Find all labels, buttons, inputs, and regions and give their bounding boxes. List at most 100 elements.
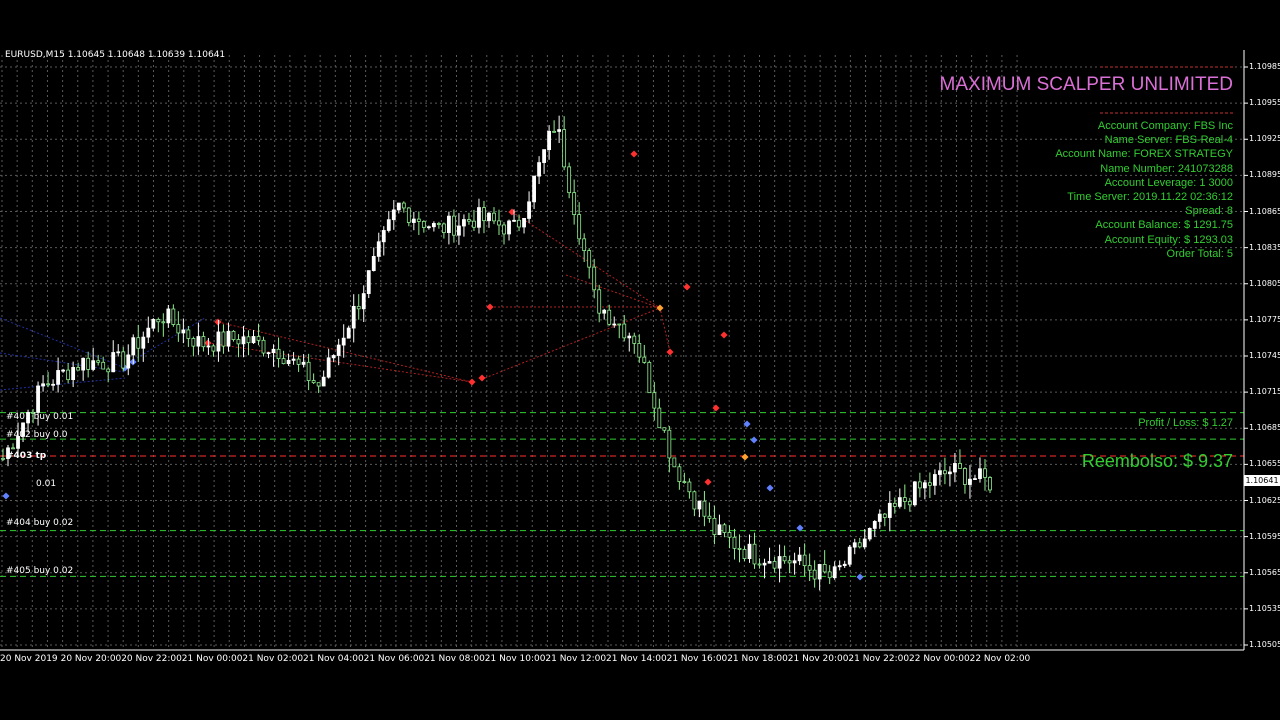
candle-body [897,497,902,507]
candle-body [497,220,501,226]
candle-body [492,212,496,222]
ea-title: MAXIMUM SCALPER UNLIMITED [939,74,1233,95]
candle-body [301,361,306,365]
candle-body [607,309,612,325]
candle-body [251,336,256,344]
candle-body [787,560,792,564]
trade-marker [683,283,691,291]
candle-body [968,478,972,485]
candle-body [246,336,251,344]
candle-body [447,215,451,234]
candle-body [41,383,45,387]
order-label-401[interactable]: #401 buy 0.01 [6,412,73,422]
candle-body [882,513,887,518]
candle-body [326,357,331,378]
candle-body [667,429,672,459]
candle-body [672,457,677,468]
candle-body [441,223,446,234]
candle-body [958,463,962,469]
candle-body [552,130,557,133]
candle-body [507,220,511,235]
candle-body [126,354,131,369]
price-tick-label: 1.10505 [1249,640,1280,649]
reembolso-label: Reembolso: $ 9.37 [1081,451,1233,471]
trade-link-line [0,377,126,391]
candle-body [617,323,622,326]
trade-marker [2,492,10,500]
candle-body [186,329,191,339]
trade-marker [750,436,758,444]
candle-body [416,218,421,222]
trade-marker [630,150,638,158]
time-tick-label: 21 Nov 20:00 [787,654,849,664]
trade-marker [712,404,720,412]
trade-marker [704,478,712,486]
candle-body [241,336,246,345]
candle-body [136,337,141,349]
candle-body [361,293,366,310]
candle-body [66,369,71,381]
info-leverage: Account Leverage: 1 3000 [1104,176,1233,189]
candle-body [502,224,506,235]
candles [1,115,992,591]
candle-body [106,368,111,373]
candle-body [71,367,76,381]
candle-body [482,207,486,222]
candle-body [797,554,802,562]
candle-body [772,561,777,569]
time-tick-label: 21 Nov 18:00 [727,654,788,664]
candle-body [692,491,697,510]
price-chart[interactable] [0,0,1280,720]
order-label-402[interactable]: #402 buy 0.0 [6,430,68,440]
candle-body [311,380,316,384]
candle-body [116,351,121,354]
trade-marker [741,453,749,461]
candle-body [316,382,321,387]
candle-body [542,149,546,163]
candle-body [406,207,411,223]
candle-body [877,513,882,522]
price-tick-label: 1.10955 [1249,98,1280,108]
profit-loss-label: Profit / Loss: $ 1.27 [1138,417,1233,429]
current-price-marker: 1.10641 [1244,475,1280,486]
candle-body [782,556,787,562]
candle-body [291,358,296,361]
order-label-404[interactable]: #404 buy 0.02 [6,518,73,528]
price-tick-label: 1.10625 [1249,495,1280,505]
candle-body [36,385,40,413]
order-label-403[interactable]: #403 tp [6,451,46,461]
candle-body [276,348,281,360]
candle-body [527,201,531,219]
price-tick-label: 1.10865 [1249,206,1280,216]
candle-body [757,563,762,566]
candle-body [657,407,662,429]
candle-body [622,323,627,339]
candle-body [582,238,587,251]
candle-body [727,532,732,538]
candle-body [707,515,712,519]
candle-body [146,327,151,338]
time-tick-label: 20 Nov 22:00 [121,654,182,664]
candle-body [351,305,356,329]
price-tick-label: 1.10805 [1249,278,1280,288]
candle-body [892,502,897,507]
price-tick-label: 1.10895 [1249,170,1280,180]
candle-body [777,556,782,569]
candle-body [762,562,767,566]
candle-body [472,220,476,228]
price-tick-label: 1.10715 [1249,387,1280,397]
trade-marker [656,304,664,312]
info-company: Account Company: FBS Inc [1097,120,1233,132]
candle-body [682,481,687,483]
candle-body [547,130,552,151]
candle-body [211,345,216,352]
candle-body [76,367,81,371]
candle-body [907,501,912,506]
candle-body [532,175,536,203]
candle-body [86,357,91,370]
order-label-405[interactable]: #405 buy 0.02 [6,566,73,576]
price-tick-label: 1.10835 [1249,242,1280,252]
candle-body [462,219,466,227]
candle-body [978,468,982,479]
candle-body [421,221,426,228]
